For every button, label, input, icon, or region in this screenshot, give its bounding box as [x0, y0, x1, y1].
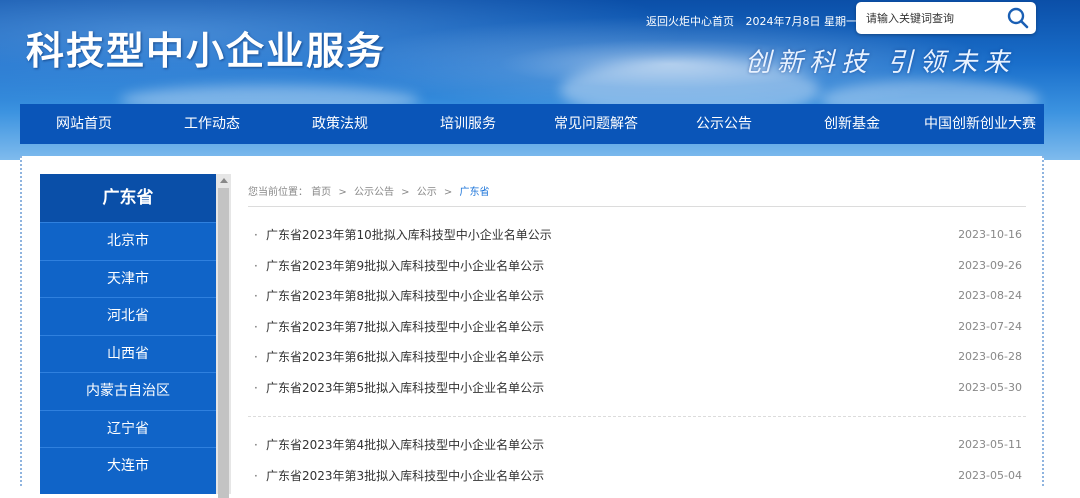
list-item: · 广东省2023年第5批拟入库科技型中小企业名单公示 2023-05-30 — [252, 373, 1022, 404]
news-date: 2023-08-24 — [958, 289, 1022, 303]
news-list: · 广东省2023年第4批拟入库科技型中小企业名单公示 2023-05-11 ·… — [252, 430, 1022, 491]
list-item: · 广东省2023年第7批拟入库科技型中小企业名单公示 2023-07-24 — [252, 312, 1022, 343]
nav-item-announcements[interactable]: 公示公告 — [660, 104, 788, 144]
sidebar-item-hebei[interactable]: 河北省 — [40, 297, 216, 335]
search-input[interactable] — [864, 9, 1004, 27]
news-title-link[interactable]: 广东省2023年第6批拟入库科技型中小企业名单公示 — [266, 342, 544, 372]
scrollbar-thumb[interactable] — [218, 188, 229, 498]
slogan: 创新科技 引领未来 — [745, 48, 1016, 78]
site-title: 科技型中小企业服务 — [26, 28, 387, 73]
news-date: 2023-07-24 — [958, 319, 1022, 333]
bullet: · — [254, 228, 258, 242]
news-date: 2023-06-28 — [958, 350, 1022, 364]
search-box — [856, 2, 1036, 34]
sidebar-title: 广东省 — [40, 174, 216, 222]
news-title-link[interactable]: 广东省2023年第7批拟入库科技型中小企业名单公示 — [266, 312, 544, 342]
sidebar-scrollbar[interactable] — [216, 174, 231, 498]
list-item: · 广东省2023年第3批拟入库科技型中小企业名单公示 2023-05-04 — [252, 461, 1022, 492]
news-title-link[interactable]: 广东省2023年第8批拟入库科技型中小企业名单公示 — [266, 281, 544, 311]
bullet: · — [254, 380, 258, 395]
sidebar-item-dalian[interactable]: 大连市 — [40, 447, 216, 485]
province-sidebar: 广东省 北京市 天津市 河北省 山西省 内蒙古自治区 辽宁省 大连市 — [40, 174, 216, 494]
bullet: · — [254, 319, 258, 334]
nav-item-policies[interactable]: 政策法规 — [276, 104, 404, 144]
breadcrumb-home[interactable]: 首页 — [311, 187, 331, 198]
current-date: 2024年7月8日 星期一 — [745, 15, 858, 28]
list-item: · 广东省2023年第8批拟入库科技型中小企业名单公示 2023-08-24 — [252, 281, 1022, 312]
news-date: 2023-05-04 — [958, 468, 1022, 482]
sidebar-item-tianjin[interactable]: 天津市 — [40, 259, 216, 298]
news-date: 2023-05-11 — [958, 438, 1022, 451]
breadcrumb-notices[interactable]: 公示 — [417, 187, 437, 198]
list-item: · 广东省2023年第10批拟入库科技型中小企业名单公示 2023-10-16 — [252, 220, 1022, 251]
breadcrumb-divider — [248, 206, 1026, 207]
scroll-up-arrow-icon[interactable] — [220, 178, 228, 183]
sidebar-item-beijing[interactable]: 北京市 — [40, 222, 216, 260]
news-date: 2023-09-26 — [958, 258, 1022, 272]
list-item: · 广东省2023年第9批拟入库科技型中小企业名单公示 2023-09-26 — [252, 251, 1022, 282]
nav-item-training[interactable]: 培训服务 — [404, 104, 532, 144]
bullet: · — [254, 258, 258, 273]
breadcrumb-separator: > — [443, 187, 453, 198]
breadcrumb-separator: > — [338, 187, 347, 198]
breadcrumb-announcements[interactable]: 公示公告 — [354, 187, 394, 198]
search-icon[interactable] — [1006, 6, 1030, 30]
bullet: · — [254, 468, 258, 483]
news-date: 2023-10-16 — [958, 228, 1022, 241]
news-title-link[interactable]: 广东省2023年第9批拟入库科技型中小企业名单公示 — [266, 251, 544, 281]
group-divider — [248, 416, 1026, 417]
bullet: · — [254, 289, 258, 304]
news-list: · 广东省2023年第10批拟入库科技型中小企业名单公示 2023-10-16 … — [252, 220, 1022, 404]
torch-center-home-link[interactable]: 返回火炬中心首页 — [646, 15, 734, 28]
breadcrumb-prefix: 您当前位置： — [248, 187, 308, 198]
sidebar-item-inner-mongolia[interactable]: 内蒙古自治区 — [40, 372, 216, 410]
nav-item-faq[interactable]: 常见问题解答 — [532, 104, 660, 144]
news-title-link[interactable]: 广东省2023年第5批拟入库科技型中小企业名单公示 — [266, 373, 544, 403]
news-title-link[interactable]: 广东省2023年第10批拟入库科技型中小企业名单公示 — [266, 220, 552, 250]
list-item: · 广东省2023年第6批拟入库科技型中小企业名单公示 2023-06-28 — [252, 342, 1022, 373]
top-links: 返回火炬中心首页 2024年7月8日 星期一 — [646, 13, 857, 29]
breadcrumb-current: 广东省 — [459, 187, 490, 198]
bullet: · — [254, 350, 258, 365]
main-nav: 网站首页 工作动态 政策法规 培训服务 常见问题解答 公示公告 创新基金 中国创… — [20, 104, 1044, 144]
nav-item-innovation-contest[interactable]: 中国创新创业大赛 — [916, 104, 1044, 144]
nav-item-home[interactable]: 网站首页 — [20, 104, 148, 144]
breadcrumb: 您当前位置： 首页 > 公示公告 > 公示 > 广东省 — [248, 183, 489, 198]
list-item: · 广东省2023年第4批拟入库科技型中小企业名单公示 2023-05-11 — [252, 430, 1022, 461]
breadcrumb-separator: > — [401, 187, 410, 198]
content-container: 广东省 北京市 天津市 河北省 山西省 内蒙古自治区 辽宁省 大连市 您当前位置… — [20, 156, 1044, 498]
news-date: 2023-05-30 — [958, 380, 1022, 394]
sidebar-item-shanxi[interactable]: 山西省 — [40, 334, 216, 373]
news-title-link[interactable]: 广东省2023年第4批拟入库科技型中小企业名单公示 — [266, 430, 544, 460]
bullet: · — [254, 438, 258, 452]
nav-item-innovation-fund[interactable]: 创新基金 — [788, 104, 916, 144]
nav-item-work-news[interactable]: 工作动态 — [148, 104, 276, 144]
sidebar-item-liaoning[interactable]: 辽宁省 — [40, 409, 216, 448]
news-title-link[interactable]: 广东省2023年第3批拟入库科技型中小企业名单公示 — [266, 461, 544, 491]
